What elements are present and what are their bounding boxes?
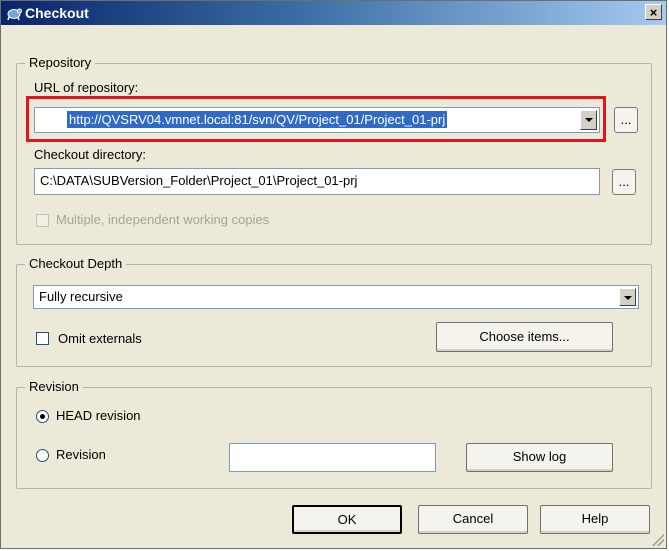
multiple-copies-label: Multiple, independent working copies <box>56 212 270 227</box>
url-label: URL of repository: <box>34 80 139 95</box>
close-button[interactable]: × <box>645 4 662 20</box>
multiple-copies-checkbox[interactable] <box>36 214 49 227</box>
checkout-dialog: Checkout × Repository URL of repository:… <box>0 0 667 549</box>
help-button[interactable]: Help <box>540 505 650 534</box>
revision-legend: Revision <box>25 379 83 394</box>
omit-externals-label: Omit externals <box>58 331 142 346</box>
ok-button[interactable]: OK <box>292 505 402 534</box>
revision-label: Revision <box>56 447 106 462</box>
url-browse-button[interactable]: ... <box>614 107 638 133</box>
head-revision-radio-dot <box>40 414 45 419</box>
highlight-box <box>26 96 606 142</box>
resize-grip[interactable] <box>652 534 664 546</box>
choose-items-button[interactable]: Choose items... <box>436 322 613 352</box>
cancel-button[interactable]: Cancel <box>418 505 528 534</box>
show-log-button[interactable]: Show log <box>466 443 613 472</box>
head-revision-label: HEAD revision <box>56 408 141 423</box>
checkout-depth-legend: Checkout Depth <box>25 256 127 271</box>
title-bar[interactable]: Checkout × <box>1 1 666 25</box>
checkout-depth-select[interactable]: Fully recursive <box>33 285 639 309</box>
checkout-depth-value: Fully recursive <box>39 289 123 304</box>
head-revision-radio[interactable] <box>36 410 49 423</box>
depth-dropdown-arrow[interactable] <box>619 288 636 306</box>
checkout-directory-input[interactable]: C:\DATA\SUBVersion_Folder\Project_01\Pro… <box>34 168 600 195</box>
revision-group: Revision <box>16 379 652 489</box>
directory-browse-button[interactable]: ... <box>612 169 636 195</box>
omit-externals-checkbox[interactable] <box>36 332 49 345</box>
revision-radio[interactable] <box>36 449 49 462</box>
revision-input[interactable] <box>229 443 436 472</box>
checkout-directory-value: C:\DATA\SUBVersion_Folder\Project_01\Pro… <box>40 173 358 188</box>
window-title: Checkout <box>25 5 89 21</box>
tortoise-icon <box>7 8 22 21</box>
checkout-directory-label: Checkout directory: <box>34 147 146 162</box>
repository-legend: Repository <box>25 55 96 70</box>
